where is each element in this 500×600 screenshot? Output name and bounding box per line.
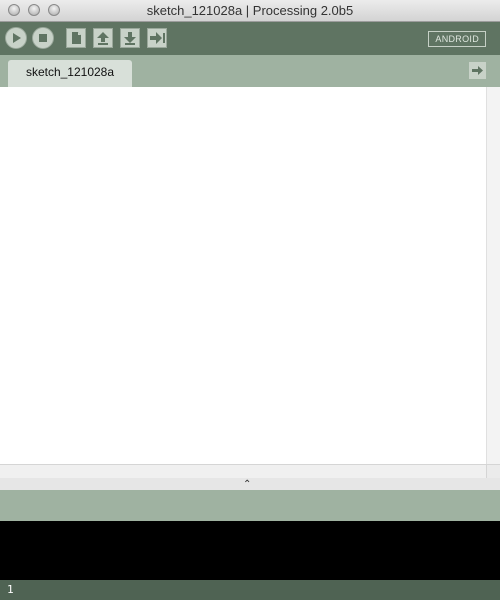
line-number: 1 [7, 583, 14, 596]
new-file-icon [72, 32, 81, 44]
stop-button[interactable] [32, 27, 54, 49]
title-bar: sketch_121028a | Processing 2.0b5 [0, 0, 500, 22]
tab-strip: sketch_121028a [0, 55, 500, 87]
code-editor[interactable] [0, 87, 487, 464]
run-button[interactable] [5, 27, 27, 49]
editor-vertical-scrollbar[interactable] [486, 87, 500, 464]
upload-arrow-icon [97, 32, 109, 45]
tab-menu-button[interactable] [469, 62, 486, 79]
caret-up-icon: ⌃ [243, 479, 252, 490]
export-button[interactable] [147, 28, 167, 48]
status-bar: 1 [0, 580, 500, 600]
open-button[interactable] [93, 28, 113, 48]
arrow-right-icon [472, 66, 483, 75]
play-icon [13, 33, 21, 43]
editor-horizontal-scrollbar[interactable] [0, 464, 500, 478]
console-area[interactable] [0, 521, 500, 580]
mode-selector-button[interactable]: ANDROID [428, 31, 486, 47]
save-button[interactable] [120, 28, 140, 48]
toolbar: ANDROID [0, 22, 500, 55]
tab-sketch[interactable]: sketch_121028a [8, 60, 132, 87]
new-button[interactable] [66, 28, 86, 48]
stop-icon [39, 34, 47, 42]
scrollbar-corner [486, 465, 500, 478]
message-area [0, 490, 500, 521]
processing-window: sketch_121028a | Processing 2.0b5 ANDROI… [0, 0, 500, 600]
export-arrow-icon [150, 32, 165, 44]
window-title: sketch_121028a | Processing 2.0b5 [146, 3, 354, 18]
download-arrow-icon [124, 32, 136, 45]
split-divider[interactable]: ⌃ [0, 478, 500, 490]
